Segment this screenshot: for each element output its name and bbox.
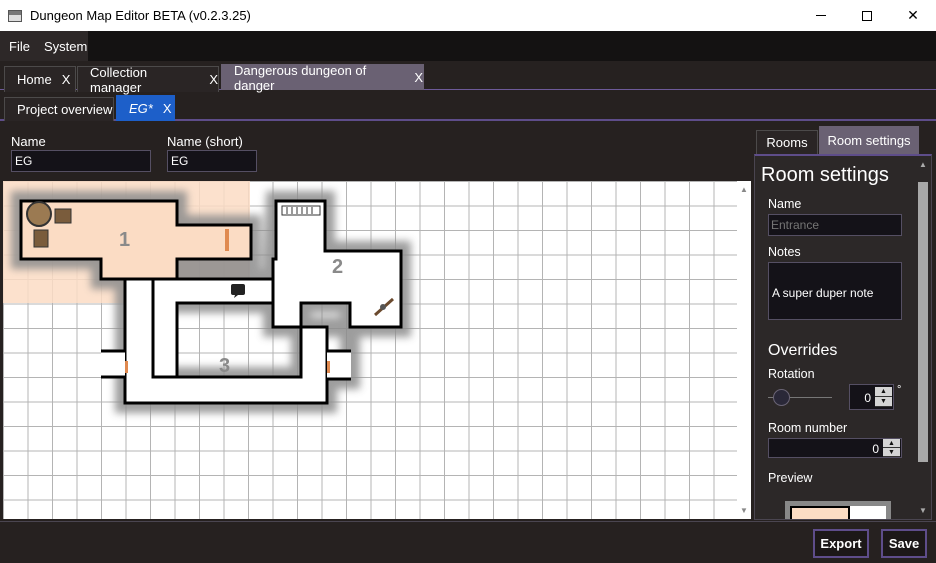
- room-name-label: Name: [768, 197, 802, 211]
- tab-label: Room settings: [827, 133, 911, 148]
- name-field[interactable]: EG: [11, 150, 151, 172]
- room-settings-heading: Room settings: [761, 164, 889, 186]
- bottom-bar: Export Save: [0, 521, 936, 563]
- export-button[interactable]: Export: [813, 529, 869, 558]
- tab-rooms[interactable]: Rooms: [756, 130, 818, 154]
- tab-label: EG*: [129, 101, 153, 116]
- notes-label: Notes: [768, 245, 801, 259]
- tab-close-icon[interactable]: X: [163, 101, 172, 116]
- spinner-buttons: ▲ ▼: [875, 387, 892, 407]
- tab-label: Dangerous dungeon of danger: [234, 62, 367, 93]
- tab-close-icon[interactable]: X: [414, 70, 423, 85]
- bed-icon: [281, 205, 321, 216]
- room-settings-panel: Room settings Name Notes A super duper n…: [754, 154, 932, 520]
- app-icon: [8, 9, 22, 22]
- spin-up-icon[interactable]: ▲: [883, 439, 900, 448]
- room-name-input[interactable]: [768, 214, 902, 236]
- table-icon: [26, 201, 52, 227]
- rotation-unit: °: [897, 384, 902, 396]
- tab-label: Project overview: [17, 102, 113, 117]
- maximize-button[interactable]: [844, 0, 890, 31]
- dungeon-map-canvas[interactable]: 1 2 3: [3, 181, 751, 519]
- door-marker: [125, 361, 128, 373]
- preview-room-shape: [790, 506, 850, 519]
- map-vertical-scrollbar[interactable]: ▲ ▼: [737, 181, 751, 519]
- spin-down-icon[interactable]: ▼: [875, 397, 892, 407]
- menu-bar: File System: [0, 31, 936, 61]
- sub-tab-strip: Project overview EG* X: [0, 90, 936, 121]
- menu-file[interactable]: File: [0, 39, 38, 54]
- spin-up-icon[interactable]: ▲: [875, 387, 892, 397]
- title-bar: Dungeon Map Editor BETA (v0.2.3.25) ✕: [0, 0, 936, 31]
- torch-icon-head: [380, 304, 386, 310]
- preview-label: Preview: [768, 471, 813, 485]
- scroll-up-icon[interactable]: ▲: [740, 185, 748, 194]
- menu-block: File System: [0, 31, 88, 61]
- chair-icon: [54, 208, 72, 224]
- spinner-buttons: ▲ ▼: [883, 439, 900, 457]
- minimize-icon: [816, 15, 826, 16]
- minimize-button[interactable]: [798, 0, 844, 31]
- notes-textarea[interactable]: A super duper note: [768, 262, 902, 320]
- rotation-label: Rotation: [768, 367, 815, 381]
- main-tab-strip: Home X Collection manager X Dangerous du…: [0, 61, 936, 95]
- note-icon: [231, 284, 245, 295]
- tab-label: Rooms: [766, 135, 808, 150]
- close-button[interactable]: ✕: [890, 0, 936, 31]
- tab-dangerous-dungeon[interactable]: Dangerous dungeon of danger X: [221, 62, 424, 93]
- short-name-label: Name (short): [167, 134, 243, 149]
- room-preview: [785, 501, 891, 519]
- rotation-value: 0: [864, 391, 871, 405]
- tab-label: Home: [17, 72, 52, 87]
- chair-icon: [33, 229, 49, 248]
- panel-scrollbar[interactable]: ▲ ▼: [915, 156, 931, 519]
- room-number-2: 2: [332, 256, 344, 278]
- menu-system[interactable]: System: [38, 39, 95, 54]
- save-button[interactable]: Save: [881, 529, 927, 558]
- tab-collection-manager[interactable]: Collection manager X: [77, 65, 219, 95]
- tab-close-icon[interactable]: X: [62, 72, 71, 87]
- room-number-3: 3: [219, 355, 231, 377]
- door-marker: [225, 229, 229, 251]
- tab-project-overview[interactable]: Project overview: [4, 97, 114, 121]
- tab-eg[interactable]: EG* X: [116, 95, 175, 121]
- corridor: [327, 351, 351, 379]
- rotation-spinner[interactable]: 0 ▲ ▼: [849, 384, 894, 410]
- corridor: [101, 351, 125, 377]
- tab-close-icon[interactable]: X: [209, 72, 218, 87]
- room-number-spinner[interactable]: 0 ▲ ▼: [768, 438, 902, 458]
- scroll-down-icon[interactable]: ▼: [740, 506, 748, 515]
- short-name-field[interactable]: EG: [167, 150, 257, 172]
- close-icon: ✕: [907, 7, 919, 23]
- room-number-value: 0: [872, 442, 879, 456]
- room-number-1: 1: [119, 229, 131, 251]
- rotation-slider-thumb[interactable]: [773, 389, 790, 406]
- maximize-icon: [862, 10, 872, 21]
- window-title: Dungeon Map Editor BETA (v0.2.3.25): [30, 8, 251, 23]
- scrollbar-thumb[interactable]: [918, 182, 928, 462]
- overrides-heading: Overrides: [768, 342, 838, 359]
- door-marker: [327, 361, 330, 373]
- window-controls: ✕: [798, 0, 936, 31]
- room-number-label: Room number: [768, 421, 848, 435]
- scroll-up-icon[interactable]: ▲: [919, 160, 927, 169]
- tab-room-settings[interactable]: Room settings: [819, 126, 919, 154]
- dungeon-map-drawing: [3, 181, 411, 413]
- name-label: Name: [11, 134, 46, 149]
- spin-down-icon[interactable]: ▼: [883, 448, 900, 457]
- tab-home[interactable]: Home X: [4, 66, 76, 92]
- scroll-down-icon[interactable]: ▼: [919, 506, 927, 515]
